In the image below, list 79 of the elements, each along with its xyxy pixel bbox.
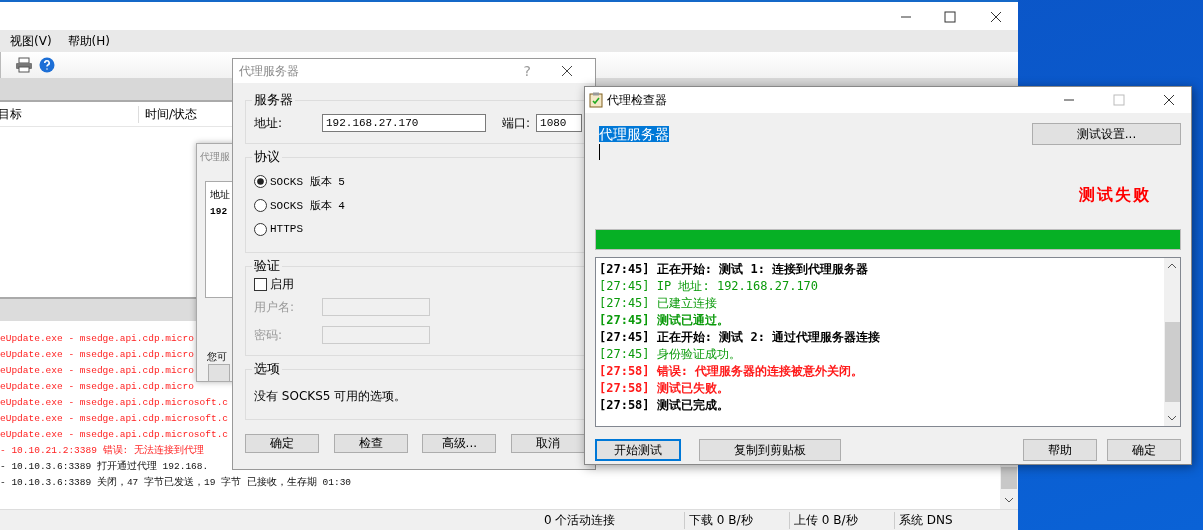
log-line: [27:45] 正在开始: 测试 1: 连接到代理服务器 [599, 261, 870, 278]
close-icon[interactable] [1163, 94, 1175, 106]
column-header[interactable]: 时间/状态 [139, 105, 198, 123]
dialog-button[interactable]: 高级... [422, 434, 497, 453]
address-label: 地址 [210, 188, 230, 202]
close-icon[interactable] [561, 65, 573, 77]
log-line: [27:45] 测试已通过。 [599, 312, 730, 329]
log-line: [27:58] 测试已失败。 [599, 380, 730, 397]
menu-item[interactable]: 帮助(H) [67, 32, 110, 50]
log-line: eUpdate.exe - msedge.api.cdp.micro [0, 348, 194, 362]
dialog-button[interactable]: 开始测试 [595, 439, 681, 461]
status-text: 系统 DNS [898, 511, 954, 529]
log-line: [27:45] IP 地址: 192.168.27.170 [599, 278, 820, 295]
address-field[interactable]: 192.168.27.170 [322, 114, 486, 132]
dialog-button[interactable]: 帮助 [1023, 439, 1097, 461]
scroll-down-icon[interactable] [1167, 415, 1177, 421]
result-text: 测试失败 [1079, 185, 1152, 206]
group-title: 验证 [253, 257, 281, 275]
radio-button[interactable] [254, 174, 267, 188]
radio-label[interactable]: SOCKS 版本 4 [270, 197, 345, 213]
scrollbar-thumb[interactable] [1001, 467, 1017, 489]
window-title: 代理服 [200, 150, 230, 164]
scrollbar-thumb[interactable] [1164, 322, 1180, 402]
log-line: eUpdate.exe - msedge.api.cdp.micro [0, 380, 194, 394]
group-title: 协议 [253, 148, 281, 166]
log-line: [27:45] 身份验证成功。 [599, 346, 742, 363]
radio-label[interactable]: HTTPS [270, 223, 303, 235]
log-line: eUpdate.exe - msedge.api.cdp.micro [0, 332, 194, 346]
radio-button[interactable] [254, 222, 267, 236]
log-line: [27:45] 正在开始: 测试 2: 通过代理服务器连接 [599, 329, 882, 346]
dialog-button[interactable]: 检查 [333, 434, 408, 453]
checkbox[interactable] [254, 277, 267, 291]
dialog-button[interactable]: 复制到剪贴板 [699, 439, 841, 461]
password-label: 密码: [254, 326, 284, 344]
log-line: eUpdate.exe - msedge.api.cdp.micro [0, 364, 194, 378]
dialog-button[interactable]: 确定 [245, 434, 319, 453]
dialog-button[interactable]: 确定 [1107, 439, 1181, 461]
username-field[interactable] [322, 298, 430, 316]
menu-item[interactable]: 视图(V) [10, 32, 52, 50]
status-text: 上传 0 B/秒 [790, 511, 895, 529]
log-line: eUpdate.exe - msedge.api.cdp.microsoft.c [0, 396, 229, 410]
log-line: - 10.10.21.2:3389 错误: 无法连接到代理 [0, 444, 205, 458]
maximize-icon [1113, 94, 1125, 106]
log-line: [27:58] 错误: 代理服务器的连接被意外关闭。 [599, 363, 865, 380]
radio-label[interactable]: SOCKS 版本 5 [270, 173, 345, 189]
username-label: 用户名: [254, 298, 296, 316]
log-line: - 10.10.3.6:3389 关闭，47 字节已发送，19 字节 已接收，生存期 01:30 [0, 475, 352, 490]
clipboard-check-icon [589, 92, 603, 108]
group-title: 服务器 [253, 91, 294, 109]
checkbox-label[interactable]: 启用 [270, 275, 294, 293]
settings-button[interactable]: 测试设置... [1032, 123, 1181, 145]
window-title: 代理服务器 [239, 62, 300, 80]
maximize-icon[interactable] [944, 11, 956, 23]
window-title: 代理检查器 [607, 91, 668, 109]
scroll-up-icon[interactable] [1167, 263, 1177, 269]
note-text: 您可 [207, 350, 227, 364]
selected-text[interactable]: 代理服务器 [599, 126, 669, 142]
close-icon[interactable] [990, 11, 1002, 23]
column-header[interactable]: 目标 [0, 105, 139, 123]
port-label: 端口: [502, 114, 531, 132]
address-value: 192 [210, 206, 228, 217]
options-text: 没有 SOCKS5 可用的选项。 [254, 388, 408, 405]
radio-button[interactable] [254, 198, 267, 212]
help-icon[interactable] [39, 57, 55, 73]
printer-icon[interactable] [15, 57, 33, 73]
log-line: eUpdate.exe - msedge.api.cdp.microsoft.c [0, 428, 229, 442]
address-label: 地址: [254, 114, 284, 132]
group-title: 选项 [253, 360, 281, 378]
password-field[interactable] [322, 326, 430, 344]
status-text: 下载 0 B/秒 [685, 511, 790, 529]
port-field[interactable]: 1080 [536, 114, 583, 132]
log-line: eUpdate.exe - msedge.api.cdp.microsoft.c [0, 412, 229, 426]
log-line: [27:45] 已建立连接 [599, 295, 718, 312]
text-cursor [599, 144, 600, 160]
log-line: [27:58] 测试已完成。 [599, 397, 730, 414]
scroll-down-icon[interactable] [1004, 497, 1014, 503]
log-line: - 10.10.3.6:3389 打开通过代理 192.168. [0, 459, 209, 474]
status-text: 0 个活动连接 [540, 511, 685, 529]
dialog-button[interactable]: 取消 [510, 434, 585, 453]
